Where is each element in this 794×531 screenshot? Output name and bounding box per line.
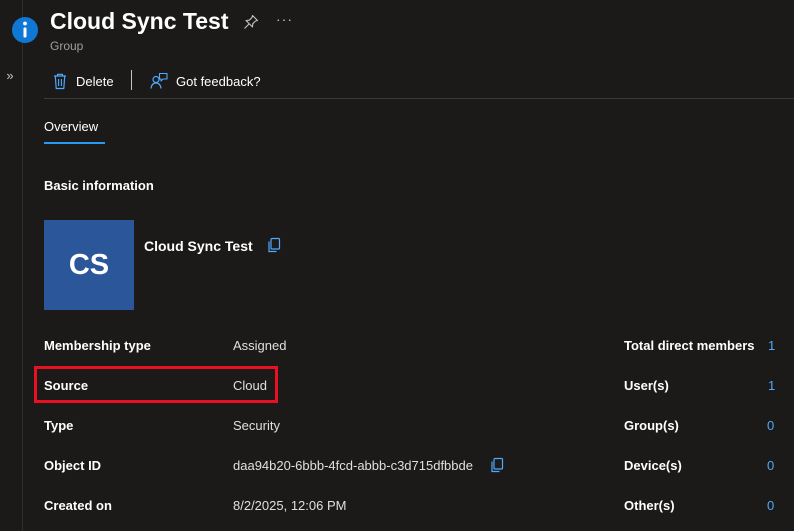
group-avatar: CS bbox=[44, 220, 134, 310]
others-value[interactable]: 0 bbox=[767, 498, 774, 513]
users-value[interactable]: 1 bbox=[768, 378, 775, 393]
source-highlight-box bbox=[34, 366, 278, 403]
feedback-label: Got feedback? bbox=[176, 73, 261, 89]
total-direct-members-value[interactable]: 1 bbox=[768, 338, 775, 353]
users-label: User(s) bbox=[624, 378, 669, 393]
feedback-icon bbox=[150, 72, 168, 89]
groups-label: Group(s) bbox=[624, 418, 679, 433]
devices-label: Device(s) bbox=[624, 458, 682, 473]
type-value: Security bbox=[233, 418, 280, 433]
delete-button[interactable]: Delete bbox=[52, 69, 114, 93]
left-rail: » bbox=[0, 0, 23, 531]
copy-icon[interactable] bbox=[266, 237, 282, 253]
tab-selected-indicator bbox=[44, 142, 105, 144]
section-title-basic-information: Basic information bbox=[44, 178, 154, 193]
avatar-initials: CS bbox=[68, 248, 110, 281]
total-direct-members-label: Total direct members bbox=[624, 338, 755, 353]
page-subtitle: Group bbox=[50, 39, 84, 53]
copy-object-id-icon[interactable] bbox=[489, 457, 505, 473]
info-icon bbox=[12, 17, 38, 43]
pin-icon[interactable] bbox=[243, 14, 259, 30]
feedback-button[interactable]: Got feedback? bbox=[150, 69, 261, 93]
expand-menu-icon[interactable]: » bbox=[2, 68, 18, 84]
membership-type-label: Membership type bbox=[44, 338, 151, 353]
created-on-label: Created on bbox=[44, 498, 112, 513]
object-id-value: daa94b20-6bbb-4fcd-abbb-c3d715dfbbde bbox=[233, 458, 473, 473]
tab-overview[interactable]: Overview bbox=[44, 119, 98, 134]
trash-icon bbox=[54, 73, 66, 90]
delete-label: Delete bbox=[76, 73, 114, 89]
toolbar-divider bbox=[44, 98, 794, 99]
toolbar-separator bbox=[131, 70, 132, 90]
page-title: Cloud Sync Test bbox=[50, 8, 229, 34]
object-id-label: Object ID bbox=[44, 458, 102, 473]
more-options-icon[interactable]: ··· bbox=[276, 11, 293, 27]
type-label: Type bbox=[44, 418, 74, 433]
group-name: Cloud Sync Test bbox=[144, 238, 253, 254]
membership-type-value: Assigned bbox=[233, 338, 287, 353]
created-on-value: 8/2/2025, 12:06 PM bbox=[233, 498, 347, 513]
groups-value[interactable]: 0 bbox=[767, 418, 774, 433]
others-label: Other(s) bbox=[624, 498, 675, 513]
devices-value[interactable]: 0 bbox=[767, 458, 774, 473]
